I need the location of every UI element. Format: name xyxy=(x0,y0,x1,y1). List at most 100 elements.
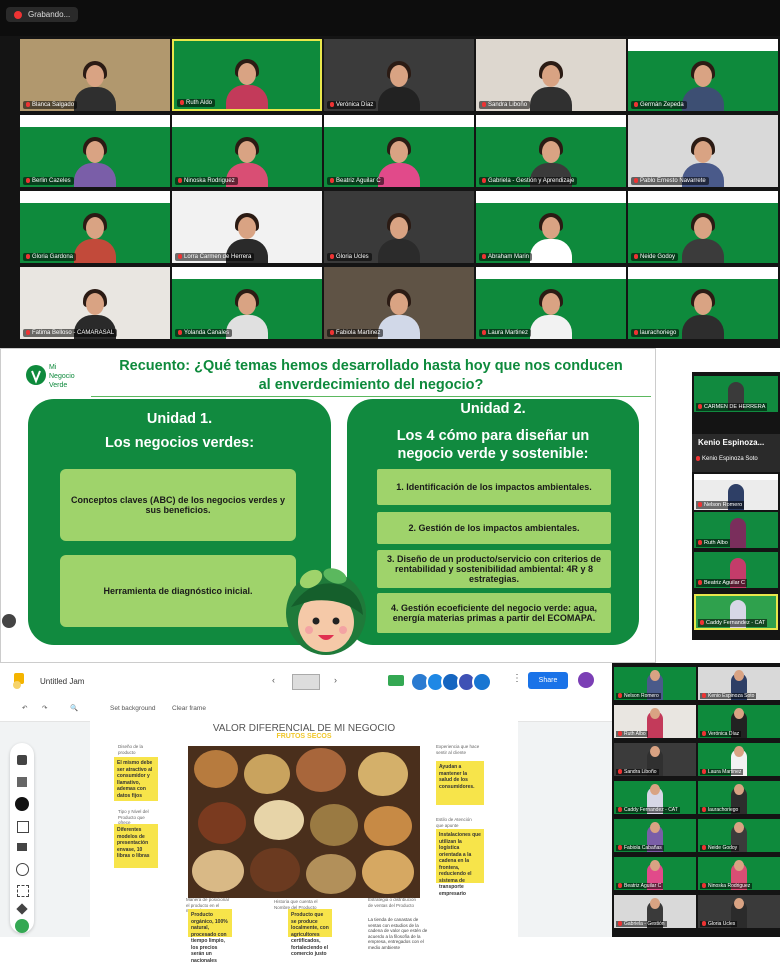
mic-muted-icon xyxy=(702,883,706,889)
jamboard-logo-icon xyxy=(13,673,24,689)
meet-icon[interactable] xyxy=(388,675,404,686)
side-participant-tile[interactable]: CARMEN DE HERRERA xyxy=(694,376,778,412)
side-participant-tile[interactable]: Caddy Fernandez - CAT xyxy=(694,594,778,630)
participant-tile[interactable]: Laura Martinez xyxy=(476,267,626,339)
unit-2-item: 3. Diseño de un producto/servicio con cr… xyxy=(377,550,611,588)
participant-name: Fabiola Cabañas xyxy=(616,845,664,851)
redo-icon[interactable]: ↷ xyxy=(42,704,47,712)
participant-tile[interactable]: Neide Godoy xyxy=(628,191,778,263)
participant-tile[interactable]: Sandra Liboño xyxy=(614,743,696,776)
participant-tile[interactable]: Blanca Salgado xyxy=(20,39,170,111)
sticky-note[interactable]: Diferentes modelos de presentación envas… xyxy=(114,824,158,868)
participant-name: Pablo Ernesto Navarrete xyxy=(631,176,709,185)
participant-tile[interactable]: Verónica Díaz xyxy=(698,705,780,738)
participant-tile[interactable]: Gabriela - Gestión y Aprendizaje xyxy=(476,115,626,187)
active-speaker-tile[interactable]: Kenio Espinoza... Kenio Espinoza Soto xyxy=(692,434,780,472)
participant-tile[interactable]: Kenio Espinoza Soto xyxy=(698,667,780,700)
sticky-note-icon[interactable] xyxy=(17,821,29,833)
participant-tile[interactable]: Ninoska Rodriguez xyxy=(172,115,322,187)
participant-tile[interactable]: laurachoriego xyxy=(628,267,778,339)
frame-thumbnail[interactable] xyxy=(292,674,320,690)
mic-muted-icon xyxy=(618,807,622,813)
jam-title[interactable]: Untitled Jam xyxy=(40,677,84,686)
participant-video xyxy=(680,59,726,111)
slide-nav-button[interactable] xyxy=(2,614,16,628)
participant-tile[interactable]: Pablo Ernesto Navarrete xyxy=(628,115,778,187)
sticky-note[interactable]: Ayudan a mantener la salud de los consum… xyxy=(436,761,484,805)
participant-tile[interactable]: Beatriz Aguilar C xyxy=(324,115,474,187)
board-text-note[interactable]: La tienda de canastas de ventas con estu… xyxy=(368,917,428,950)
mic-muted-icon xyxy=(178,329,182,335)
participant-tile[interactable]: Gloria Gardona xyxy=(20,191,170,263)
more-options-icon[interactable]: ⋮ xyxy=(512,673,522,684)
participant-name: Gabriela - Gestión y Aprendizaje xyxy=(479,176,578,185)
color-picker-icon[interactable] xyxy=(15,919,29,933)
participant-tile[interactable]: Fabiola Cabañas xyxy=(614,819,696,852)
laser-icon[interactable] xyxy=(16,903,28,915)
participant-tile[interactable]: Laura Martinez xyxy=(698,743,780,776)
participant-tile[interactable]: Nelson Romero xyxy=(614,667,696,700)
participant-name: Caddy Fernandez - CAT xyxy=(698,619,768,627)
participant-tile[interactable]: Germán Zepeda xyxy=(628,39,778,111)
pen-tool-icon[interactable] xyxy=(17,755,27,765)
participant-tile[interactable]: Fabiola Martinez xyxy=(324,267,474,339)
mic-muted-icon xyxy=(330,177,334,183)
select-tool-icon[interactable] xyxy=(15,797,29,811)
participant-video xyxy=(72,59,118,111)
unit-1-item: Conceptos claves (ABC) de los negocios v… xyxy=(60,469,296,541)
participant-name: Yolanda Canales xyxy=(175,328,233,337)
side-participant-tile[interactable]: Ruth Albo xyxy=(694,512,778,548)
record-icon xyxy=(14,10,22,19)
prev-frame-icon[interactable]: ‹ xyxy=(272,675,275,685)
sticky-note[interactable]: Producto que se produce localmente, con … xyxy=(288,909,332,957)
participant-tile[interactable]: Beatriz Aguilar C xyxy=(614,857,696,890)
mic-muted-icon xyxy=(618,693,622,699)
image-icon[interactable] xyxy=(17,843,27,851)
participant-tile[interactable]: Sandra Liboño xyxy=(476,39,626,111)
participant-tile[interactable]: Verónica Díaz xyxy=(324,39,474,111)
sticky-note[interactable]: Producto orgánico, 100% natural, procesa… xyxy=(188,909,232,964)
participant-tile[interactable]: Berlin Cazeles xyxy=(20,115,170,187)
eraser-icon[interactable] xyxy=(17,777,27,787)
participant-tile[interactable]: Caddy Fernandez - CAT xyxy=(614,781,696,814)
participant-tile[interactable]: Abraham Marin xyxy=(476,191,626,263)
participant-tile[interactable]: Ninoska Rodriguez xyxy=(698,857,780,890)
circle-shape-icon[interactable] xyxy=(16,863,29,876)
mic-muted-icon xyxy=(482,101,486,107)
next-frame-icon[interactable]: › xyxy=(334,675,337,685)
side-participant-tile[interactable]: Beatriz Aguilar C xyxy=(694,552,778,588)
account-avatar[interactable] xyxy=(578,672,594,688)
mic-muted-icon xyxy=(178,177,182,183)
share-button[interactable]: Share xyxy=(528,672,568,689)
participant-tile[interactable]: Ruth Albo xyxy=(614,705,696,738)
participant-tile[interactable]: Lorra Carmen de Herrera xyxy=(172,191,322,263)
sticky-note[interactable]: El mismo debe ser atractivo al consumido… xyxy=(114,757,158,801)
clear-frame-button[interactable]: Clear frame xyxy=(172,705,206,712)
zoom-icon[interactable]: 🔍 xyxy=(70,704,78,712)
mic-muted-icon xyxy=(618,731,622,737)
participant-tile[interactable]: Ruth Aldo xyxy=(172,39,322,111)
mic-muted-icon xyxy=(634,329,638,335)
text-box-icon[interactable] xyxy=(17,885,29,897)
participant-tile[interactable]: Yolanda Canales xyxy=(172,267,322,339)
mic-muted-icon xyxy=(634,177,638,183)
participant-name: Verónica Díaz xyxy=(700,731,742,737)
participant-tile[interactable]: Gloria Ucles xyxy=(698,895,780,928)
participant-tile[interactable]: laurachoriego xyxy=(698,781,780,814)
mic-muted-icon xyxy=(26,329,30,335)
side-participant-tile[interactable]: Nelson Romero xyxy=(694,474,778,510)
participant-name: Gabriela - Gestión xyxy=(616,921,667,927)
set-background-button[interactable]: Set background xyxy=(110,705,156,712)
undo-icon[interactable]: ↶ xyxy=(22,704,27,712)
participant-tile[interactable]: Gloria Ucles xyxy=(324,191,474,263)
participant-tile[interactable]: Gabriela - Gestión xyxy=(614,895,696,928)
participant-name: laurachoriego xyxy=(700,807,741,813)
jam-canvas[interactable]: VALOR DIFERENCIAL DE MI NEGOCIO FRUTOS S… xyxy=(90,719,518,964)
sticky-note[interactable]: Instalaciones que utilizan la logística … xyxy=(436,829,484,897)
participant-name: Lorra Carmen de Herrera xyxy=(175,252,255,261)
recording-label: Grabando... xyxy=(28,10,71,19)
participant-tile[interactable]: Neide Godoy xyxy=(698,819,780,852)
speaker-display-name: Kenio Espinoza... xyxy=(698,438,765,447)
participant-tile[interactable]: Fatima Belloso - CAMARASAL xyxy=(20,267,170,339)
collaborator-avatars[interactable] xyxy=(410,672,492,692)
